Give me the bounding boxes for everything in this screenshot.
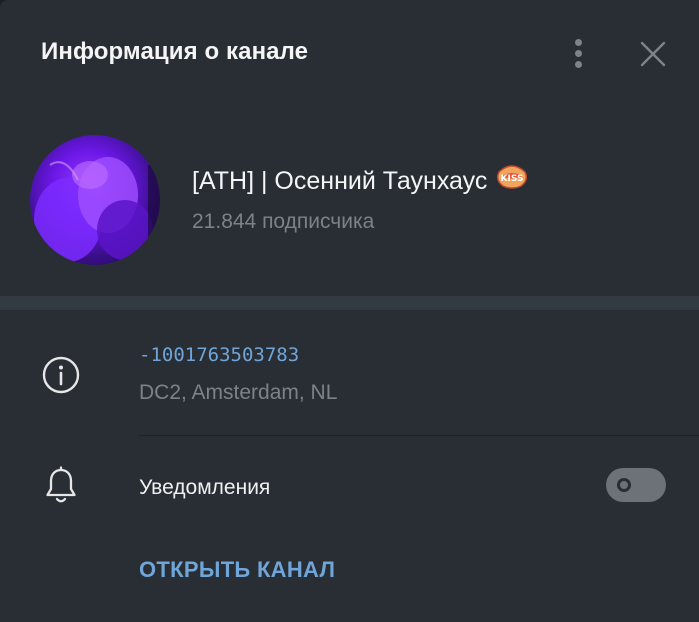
menu-dot (575, 50, 582, 57)
channel-info-section: -1001763503783 DC2, Amsterdam, NL (0, 310, 699, 435)
channel-info-dialog: Информация о канале [ATH] | Осенний Таун… (0, 0, 699, 622)
kiss-emoji-icon: KISS (495, 162, 529, 197)
close-icon[interactable] (636, 37, 670, 71)
info-icon (41, 355, 81, 395)
open-channel-button[interactable]: ОТКРЫТЬ КАНАЛ (139, 557, 335, 583)
channel-avatar[interactable] (30, 135, 160, 265)
dialog-title: Информация о канале (41, 38, 309, 65)
toggle-knob (617, 478, 631, 492)
dialog-header: Информация о канале (0, 0, 699, 108)
notifications-label: Уведомления (139, 476, 271, 499)
datacenter-info: DC2, Amsterdam, NL (139, 381, 338, 404)
subscriber-count: 21.844 подписчика (192, 210, 375, 233)
channel-name: [ATH] | Осенний Таунхаус KISS (192, 165, 529, 200)
channel-name-text: [ATH] | Осенний Таунхаус (192, 167, 488, 196)
notifications-toggle[interactable] (606, 468, 666, 502)
section-divider (0, 296, 699, 310)
notifications-row[interactable]: Уведомления (0, 436, 699, 536)
menu-dot (575, 61, 582, 68)
more-vertical-icon[interactable] (564, 36, 594, 72)
svg-text:KISS: KISS (501, 174, 524, 184)
menu-dot (575, 39, 582, 46)
channel-id[interactable]: -1001763503783 (139, 344, 299, 366)
channel-profile: [ATH] | Осенний Таунхаус KISS 21.844 под… (0, 108, 699, 296)
bell-icon (43, 466, 79, 506)
